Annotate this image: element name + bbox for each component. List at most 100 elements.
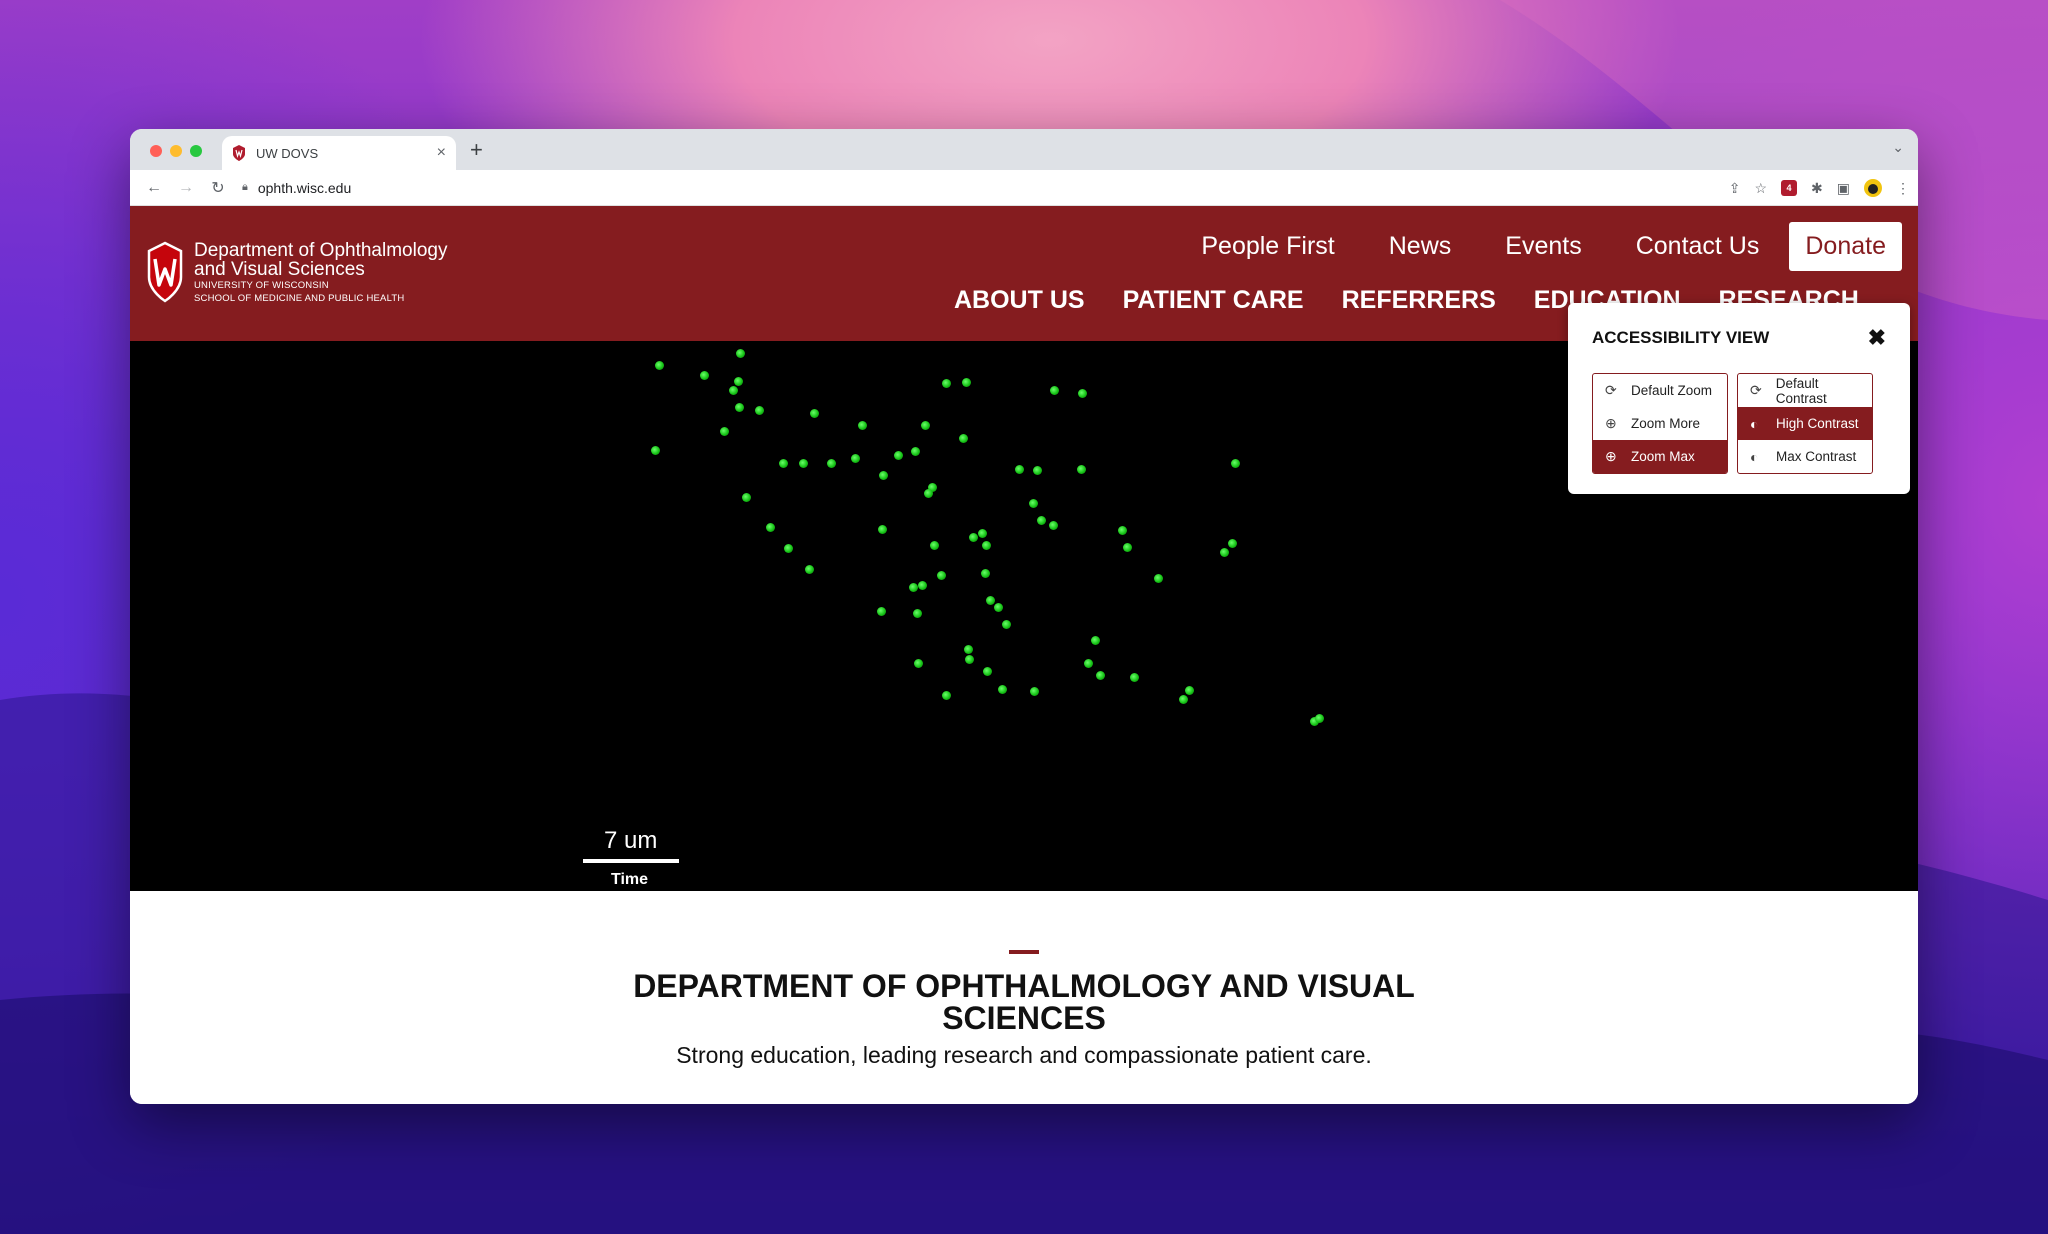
extension-badge-icon[interactable]: 4: [1781, 180, 1798, 196]
chevron-down-icon[interactable]: ⌄: [1892, 139, 1904, 156]
accessibility-options: ⟳ Default Zoom ⊕ Zoom More ⊕ Zoom Max ⟳ …: [1592, 373, 1886, 474]
zoom-max-button[interactable]: ⊕ Zoom Max: [1593, 440, 1727, 473]
nav-link-events[interactable]: Events: [1505, 232, 1581, 261]
address-text: ophth.wisc.edu: [257, 179, 352, 196]
fluorescent-cell-dot: [969, 533, 978, 542]
fluorescent-cell-dot: [918, 581, 927, 590]
fluorescent-cell-dot: [913, 609, 922, 618]
tab-close-icon[interactable]: ×: [437, 144, 446, 162]
fluorescent-cell-dot: [978, 529, 987, 538]
default-zoom-button[interactable]: ⟳ Default Zoom: [1593, 374, 1727, 407]
accessibility-panel: ACCESSIBILITY VIEW ✖ ⟳ Default Zoom ⊕ Zo…: [1568, 303, 1910, 494]
fluorescent-cell-dot: [651, 446, 660, 455]
max-contrast-button[interactable]: ◐ Max Contrast: [1738, 440, 1872, 473]
donate-button[interactable]: Donate: [1789, 222, 1902, 271]
tagline: Strong education, leading research and c…: [676, 1042, 1372, 1068]
back-arrow-icon[interactable]: ←: [138, 179, 170, 197]
fluorescent-cell-dot: [994, 603, 1003, 612]
refresh-icon: ⟳: [1750, 382, 1762, 398]
fluorescent-cell-dot: [1130, 673, 1139, 682]
uw-crest-favicon-icon: [233, 145, 245, 161]
fluorescent-cell-dot: [700, 371, 709, 380]
default-contrast-button[interactable]: ⟳ Default Contrast: [1738, 374, 1872, 407]
browser-tab[interactable]: UW DOVS ×: [222, 136, 456, 170]
kebab-menu-icon[interactable]: ⋮: [1896, 180, 1910, 197]
profile-avatar[interactable]: [1864, 179, 1882, 197]
fluorescent-cell-dot: [877, 607, 886, 616]
intro-section: DEPARTMENT OF OPHTHALMOLOGY AND VISUAL S…: [130, 891, 1918, 1104]
fluorescent-cell-dot: [937, 571, 946, 580]
window-controls: [150, 145, 202, 157]
reload-icon[interactable]: ↻: [202, 178, 234, 198]
nav-link-news[interactable]: News: [1389, 232, 1452, 261]
fluorescent-cell-dot: [962, 378, 971, 387]
fluorescent-cell-dot: [1078, 389, 1087, 398]
top-nav: People First News Events Contact Us Dona…: [1147, 222, 1902, 271]
fluorescent-cell-dot: [878, 525, 887, 534]
fluorescent-cell-dot: [942, 691, 951, 700]
option-label: Default Contrast: [1775, 375, 1827, 406]
zoom-in-icon: ⊕: [1605, 415, 1617, 431]
fluorescent-cell-dot: [965, 655, 974, 664]
fluorescent-cell-dot: [736, 349, 745, 358]
fluorescent-cell-dot: [1002, 620, 1011, 629]
high-contrast-button[interactable]: ◐ High Contrast: [1738, 407, 1872, 440]
fluorescent-cell-dot: [1030, 687, 1039, 696]
minimize-window-button[interactable]: [170, 145, 182, 157]
fluorescent-cell-dot: [766, 523, 775, 532]
fluorescent-cell-dot: [799, 459, 808, 468]
fluorescent-cell-dot: [1029, 499, 1038, 508]
share-icon[interactable]: ⇪: [1729, 180, 1741, 197]
address-bar[interactable]: 🔒︎ ophth.wisc.edu: [242, 180, 351, 196]
fluorescent-cell-dot: [914, 659, 923, 668]
fluorescent-cell-dot: [1077, 465, 1086, 474]
puzzle-extensions-icon[interactable]: ✱: [1811, 180, 1823, 197]
bookmark-star-icon[interactable]: ☆: [1754, 180, 1767, 197]
fluorescent-cell-dot: [1220, 548, 1229, 557]
main-nav-patient-care[interactable]: PATIENT CARE: [1123, 286, 1304, 315]
fluorescent-cell-dot: [924, 489, 933, 498]
side-panel-icon[interactable]: ▣: [1837, 180, 1850, 197]
fluorescent-cell-dot: [1231, 459, 1240, 468]
zoom-options: ⟳ Default Zoom ⊕ Zoom More ⊕ Zoom Max: [1592, 373, 1728, 474]
zoom-more-button[interactable]: ⊕ Zoom More: [1593, 407, 1727, 440]
nav-link-contact-us[interactable]: Contact Us: [1636, 232, 1760, 261]
forward-arrow-icon[interactable]: →: [170, 179, 202, 197]
fluorescent-cell-dot: [1096, 671, 1105, 680]
fluorescent-cell-dot: [942, 379, 951, 388]
tab-strip: UW DOVS × + ⌄: [130, 129, 1918, 170]
fluorescent-cell-dot: [1049, 521, 1058, 530]
fluorescent-cell-dot: [1118, 526, 1127, 535]
fluorescent-cell-dot: [964, 645, 973, 654]
option-label: Zoom More: [1631, 416, 1701, 431]
accessibility-title: ACCESSIBILITY VIEW: [1592, 328, 1770, 347]
close-window-button[interactable]: [150, 145, 162, 157]
fluorescent-cell-dot: [755, 406, 764, 415]
logo-line-3: UNIVERSITY OF WISCONSIN: [194, 280, 329, 291]
fluorescent-cell-dot: [981, 569, 990, 578]
fluorescent-cell-dot: [1179, 695, 1188, 704]
main-nav-referrers[interactable]: REFERRERS: [1342, 286, 1496, 315]
main-nav-about-us[interactable]: ABOUT US: [954, 286, 1085, 315]
accent-bar: [1009, 950, 1039, 954]
fluorescent-cell-dot: [805, 565, 814, 574]
fluorescent-cell-dot: [998, 685, 1007, 694]
fluorescent-cell-dot: [827, 459, 836, 468]
fluorescent-cell-dot: [810, 409, 819, 418]
new-tab-button[interactable]: +: [470, 137, 483, 163]
option-label: Max Contrast: [1776, 449, 1857, 464]
fluorescent-cell-dot: [909, 583, 918, 592]
fluorescent-cell-dot: [1154, 574, 1163, 583]
logo-line-1: Department of Ophthalmology: [194, 240, 448, 261]
fluorescent-cell-dot: [879, 471, 888, 480]
fluorescent-cell-dot: [1185, 686, 1194, 695]
maximize-window-button[interactable]: [190, 145, 202, 157]
page-title: DEPARTMENT OF OPHTHALMOLOGY AND VISUAL S…: [633, 968, 1415, 1036]
fluorescent-cell-dot: [1033, 466, 1042, 475]
site-logo[interactable]: Department of Ophthalmology and Visual S…: [146, 241, 447, 305]
nav-link-people-first[interactable]: People First: [1201, 232, 1334, 261]
close-icon[interactable]: ✖: [1868, 325, 1886, 351]
accessibility-header: ACCESSIBILITY VIEW ✖: [1592, 325, 1886, 351]
logo-line-2: and Visual Sciences: [194, 259, 365, 280]
zoom-in-icon: ⊕: [1605, 448, 1617, 464]
